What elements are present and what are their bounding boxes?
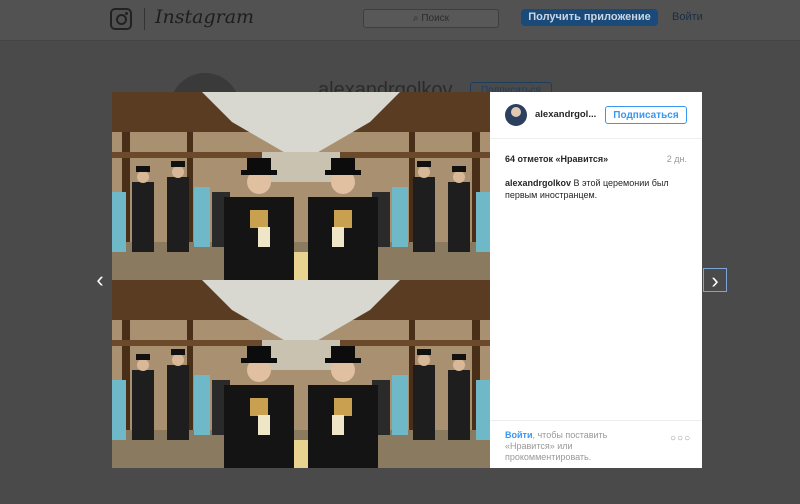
post-caption: alexandrgolkov В этой церемонии был перв…: [505, 177, 690, 201]
post-author-avatar[interactable]: [505, 104, 527, 126]
likes-count[interactable]: 64 отметок «Нравится»: [505, 154, 608, 164]
top-bar: Instagram ⌕ Поиск Получить приложение Во…: [0, 0, 800, 41]
follow-button[interactable]: Подписаться: [605, 106, 687, 124]
post-age[interactable]: 2 дн.: [667, 154, 687, 164]
post-header: alexandrgol... Подписаться: [490, 92, 702, 139]
login-prompt-link[interactable]: Войти: [505, 430, 532, 440]
search-input[interactable]: ⌕ Поиск: [363, 9, 499, 28]
chevron-left-icon[interactable]: ‹: [88, 268, 112, 292]
post-sidebar: alexandrgol... Подписаться 64 отметок «Н…: [490, 92, 702, 468]
caption-username[interactable]: alexandrgolkov: [505, 178, 571, 188]
login-prompt: Войти, чтобы поставить «Нравится» или пр…: [505, 430, 645, 463]
logo-divider: [144, 8, 145, 30]
post-footer: Войти, чтобы поставить «Нравится» или пр…: [490, 420, 702, 469]
instagram-camera-icon[interactable]: [110, 8, 132, 30]
login-link[interactable]: Войти: [672, 11, 703, 23]
ellipsis-icon[interactable]: ○○○: [670, 433, 691, 444]
post-photo-image: [112, 92, 490, 468]
search-placeholder: Поиск: [421, 13, 450, 24]
instagram-wordmark[interactable]: Instagram: [155, 6, 254, 28]
post-photo[interactable]: [112, 92, 490, 468]
chevron-right-icon[interactable]: ›: [703, 268, 727, 293]
get-app-button[interactable]: Получить приложение: [521, 9, 658, 26]
post-author-username[interactable]: alexandrgol...: [535, 109, 596, 120]
